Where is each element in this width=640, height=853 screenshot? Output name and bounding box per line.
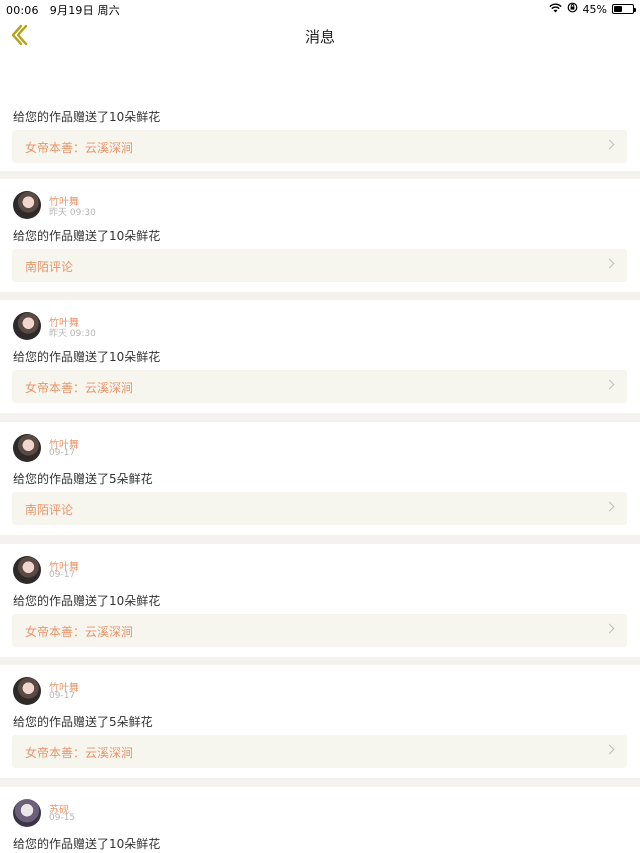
- work-title: 南陌评论: [25, 503, 74, 517]
- avatar[interactable]: [13, 191, 41, 219]
- status-time: 00:06: [6, 4, 39, 17]
- avatar[interactable]: [13, 677, 41, 705]
- status-right: 45%: [548, 2, 636, 16]
- battery-percent: 45%: [582, 2, 607, 16]
- avatar[interactable]: [13, 312, 41, 340]
- status-date: 9月19日 周六: [49, 4, 120, 17]
- notification-message: 给您的作品赠送了10朵鲜花: [13, 229, 161, 243]
- battery-icon: [612, 4, 636, 14]
- work-link[interactable]: 女帝本善：云溪深涧: [12, 614, 627, 647]
- sent-time: 09-17: [49, 570, 76, 580]
- chevron-right-icon: [604, 744, 615, 755]
- orientation-lock-icon: [567, 2, 578, 16]
- list-item: 给您的作品赠送了10朵鲜花 女帝本善：云溪深涧: [0, 52, 640, 171]
- work-title: 女帝本善：云溪深涧: [25, 746, 134, 760]
- wifi-icon: [548, 3, 562, 16]
- battery-fill: [614, 6, 623, 12]
- work-title: 南陌评论: [25, 260, 74, 274]
- list-item: 竹叶舞 昨天 09:30 给您的作品赠送了10朵鲜花 女帝本善：云溪深涧: [0, 300, 640, 413]
- work-title: 女帝本善：云溪深涧: [25, 381, 134, 395]
- chevron-right-icon: [604, 501, 615, 512]
- sent-time: 09-15: [49, 813, 76, 823]
- work-title: 女帝本善：云溪深涧: [25, 141, 134, 155]
- list-item: 竹叶舞 09-17 给您的作品赠送了5朵鲜花 女帝本善：云溪深涧: [0, 665, 640, 778]
- work-link[interactable]: 南陌评论: [12, 249, 627, 282]
- list-item: 苏砚 09-15 给您的作品赠送了10朵鲜花: [0, 787, 640, 853]
- sent-time: 09-17: [49, 691, 76, 701]
- chevron-right-icon: [604, 379, 615, 390]
- avatar[interactable]: [13, 799, 41, 827]
- notification-message: 给您的作品赠送了10朵鲜花: [13, 350, 161, 364]
- sent-time: 昨天 09:30: [49, 208, 96, 218]
- sent-time: 09-17: [49, 448, 76, 458]
- work-link[interactable]: 女帝本善：云溪深涧: [12, 130, 627, 163]
- status-time-date: 00:06 9月19日 周六: [6, 2, 120, 18]
- avatar[interactable]: [13, 556, 41, 584]
- notification-message: 给您的作品赠送了5朵鲜花: [13, 715, 153, 729]
- work-link[interactable]: 女帝本善：云溪深涧: [12, 370, 627, 403]
- notification-message: 给您的作品赠送了10朵鲜花: [13, 594, 161, 608]
- page-title: 消息: [304, 28, 335, 46]
- notification-message: 给您的作品赠送了10朵鲜花: [13, 837, 161, 851]
- work-link[interactable]: 女帝本善：云溪深涧: [12, 735, 627, 768]
- chevron-right-icon: [604, 623, 615, 634]
- list-item: 竹叶舞 09-17 给您的作品赠送了5朵鲜花 南陌评论: [0, 422, 640, 535]
- sent-time: 昨天 09:30: [49, 329, 96, 339]
- chevron-right-icon: [604, 258, 615, 269]
- nav-bar: 消息: [0, 17, 640, 53]
- chevron-right-icon: [604, 139, 615, 150]
- notification-message: 给您的作品赠送了10朵鲜花: [13, 110, 161, 124]
- work-link[interactable]: 南陌评论: [12, 492, 627, 525]
- list-item: 竹叶舞 昨天 09:30 给您的作品赠送了10朵鲜花 南陌评论: [0, 179, 640, 292]
- list-item: 竹叶舞 09-17 给您的作品赠送了10朵鲜花 女帝本善：云溪深涧: [0, 544, 640, 657]
- work-title: 女帝本善：云溪深涧: [25, 625, 134, 639]
- status-bar: 00:06 9月19日 周六 45%: [0, 0, 640, 17]
- avatar[interactable]: [13, 434, 41, 462]
- notification-message: 给您的作品赠送了5朵鲜花: [13, 472, 153, 486]
